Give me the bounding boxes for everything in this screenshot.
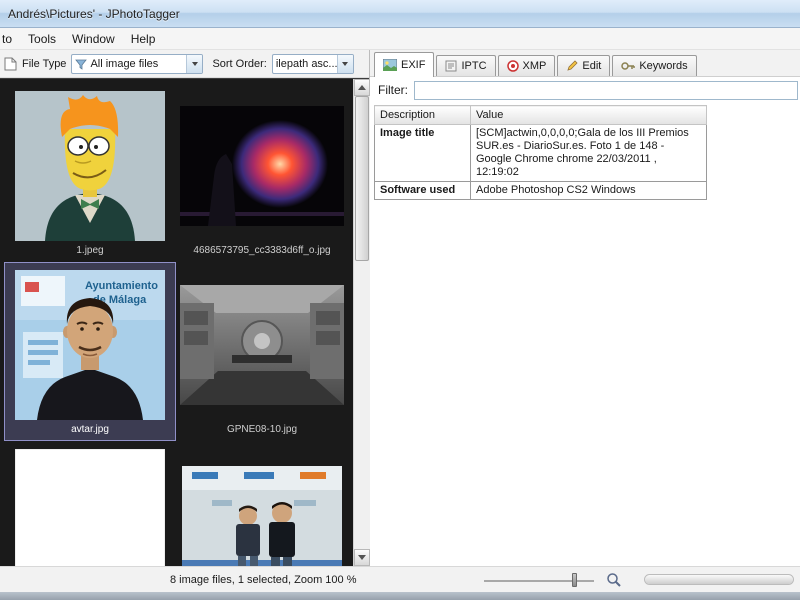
exif-header-row: Description Value: [375, 106, 707, 125]
statusbar: 8 image files, 1 selected, Zoom 100 %: [0, 566, 800, 592]
metadata-panel: EXIF IPTC XMP: [370, 50, 800, 566]
thumbnail-panel: File Type All image files Sort Order: il…: [0, 50, 370, 566]
exif-description-cell: Software used: [375, 182, 471, 200]
iptc-tab-icon: [445, 60, 457, 72]
exif-row-image-title: Image title [SCM]actwin,0,0,0,0;Gala de …: [375, 125, 707, 182]
thumbnail-cell[interactable]: GPNE08-10.jpg: [177, 263, 347, 440]
file-type-combobox[interactable]: All image files: [71, 54, 203, 74]
thumbnail-caption: avtar.jpg: [71, 423, 109, 437]
exif-table: Description Value Image title [SCM]actwi…: [374, 105, 707, 200]
menu-tools[interactable]: Tools: [20, 29, 64, 49]
exif-row-software-used: Software used Adobe Photoshop CS2 Window…: [375, 182, 707, 200]
status-text: 8 image files, 1 selected, Zoom 100 %: [170, 574, 356, 586]
thumbnail-image-nebula: [180, 87, 344, 244]
column-header-description[interactable]: Description: [375, 106, 471, 125]
column-header-value[interactable]: Value: [471, 106, 707, 125]
thumbnail-caption: 1.jpeg: [76, 244, 103, 258]
thumbnail-cell[interactable]: [5, 442, 175, 566]
tab-edit[interactable]: Edit: [557, 55, 610, 76]
tab-iptc[interactable]: IPTC: [436, 55, 495, 76]
file-type-label: File Type: [22, 58, 66, 70]
thumbnail-image-portrait: Ayuntamiento de Málaga: [8, 266, 172, 423]
thumbnail-area: 1.jpeg: [0, 78, 369, 566]
window-bottom-border: [0, 592, 800, 600]
tab-exif[interactable]: EXIF: [374, 52, 434, 77]
portrait-backdrop-text-1: Ayuntamiento: [85, 280, 158, 292]
tab-xmp-label: XMP: [523, 60, 547, 72]
thumbnail-cell[interactable]: 1.jpeg: [5, 84, 175, 261]
tab-edit-label: Edit: [582, 60, 601, 72]
thumbnail-cell[interactable]: 4686573795_cc3383d6ff_o.jpg: [177, 84, 347, 261]
file-type-icon: [4, 57, 17, 71]
scrollbar-up-button[interactable]: [354, 79, 370, 96]
scrollbar-track[interactable]: [354, 261, 370, 549]
scrollbar-thumb[interactable]: [355, 96, 369, 261]
filter-row: Filter:: [370, 77, 800, 103]
menu-help[interactable]: Help: [123, 29, 164, 49]
thumbnail-toolbar: File Type All image files Sort Order: il…: [0, 50, 369, 78]
menubar: to Tools Window Help: [0, 28, 800, 50]
tab-iptc-label: IPTC: [461, 60, 486, 72]
zoom-slider-track[interactable]: [484, 580, 594, 582]
menu-window[interactable]: Window: [64, 29, 123, 49]
main-content: File Type All image files Sort Order: il…: [0, 50, 800, 566]
exif-value-cell: [SCM]actwin,0,0,0,0;Gala de los III Prem…: [471, 125, 707, 182]
metadata-tabstrip: EXIF IPTC XMP: [370, 50, 800, 77]
window-title: Andrés\Pictures' - JPhotoTagger: [8, 7, 180, 21]
filter-input[interactable]: [414, 81, 798, 100]
tab-keywords-label: Keywords: [639, 60, 687, 72]
exif-value-cell: Adobe Photoshop CS2 Windows: [471, 182, 707, 200]
file-type-value: All image files: [87, 58, 161, 70]
tab-exif-label: EXIF: [401, 59, 425, 71]
filter-label: Filter:: [378, 83, 408, 97]
thumbnail-cell-selected[interactable]: Ayuntamiento de Málaga: [5, 263, 175, 440]
thumbnail-cell[interactable]: [177, 442, 347, 566]
sort-order-combobox[interactable]: ilepath asc...: [272, 54, 354, 74]
horizontal-scrollbar-thumb[interactable]: [645, 575, 793, 584]
zoom-slider-thumb[interactable]: [572, 573, 577, 587]
triangle-up-icon: [358, 85, 366, 90]
thumbnail-image-blank: [8, 445, 172, 566]
key-icon: [621, 60, 635, 72]
sort-order-label: Sort Order:: [212, 58, 266, 70]
pencil-icon: [566, 60, 578, 72]
file-type-dropdown-arrow[interactable]: [186, 55, 202, 73]
zoom-magnifier-button[interactable]: [604, 570, 624, 590]
tab-keywords[interactable]: Keywords: [612, 55, 696, 76]
thumbnail-image-interior: [180, 266, 344, 423]
horizontal-scrollbar[interactable]: [644, 574, 794, 585]
exif-tab-icon: [383, 59, 397, 71]
thumbnail-image-event: [180, 445, 344, 566]
tab-xmp[interactable]: XMP: [498, 55, 556, 76]
thumbnail-caption: GPNE08-10.jpg: [227, 423, 297, 437]
thumbnail-vertical-scrollbar[interactable]: [353, 79, 370, 566]
thumbnail-caption: 4686573795_cc3383d6ff_o.jpg: [193, 244, 330, 258]
menu-photo[interactable]: to: [0, 29, 20, 49]
funnel-icon: [72, 58, 87, 70]
titlebar[interactable]: Andrés\Pictures' - JPhotoTagger: [0, 0, 800, 28]
xmp-tab-icon: [507, 60, 519, 72]
zoom-slider[interactable]: [484, 572, 594, 588]
sort-order-dropdown-arrow[interactable]: [337, 55, 353, 73]
scrollbar-down-button[interactable]: [354, 549, 370, 566]
triangle-down-icon: [358, 555, 366, 560]
thumbnail-grid: 1.jpeg: [0, 79, 353, 566]
thumbnail-image-cartoon: [8, 87, 172, 244]
sort-order-value: ilepath asc...: [273, 58, 337, 70]
magnifier-icon: [606, 572, 622, 588]
app-window: Andrés\Pictures' - JPhotoTagger to Tools…: [0, 0, 800, 600]
exif-table-area: Description Value Image title [SCM]actwi…: [370, 103, 800, 566]
exif-description-cell: Image title: [375, 125, 471, 182]
